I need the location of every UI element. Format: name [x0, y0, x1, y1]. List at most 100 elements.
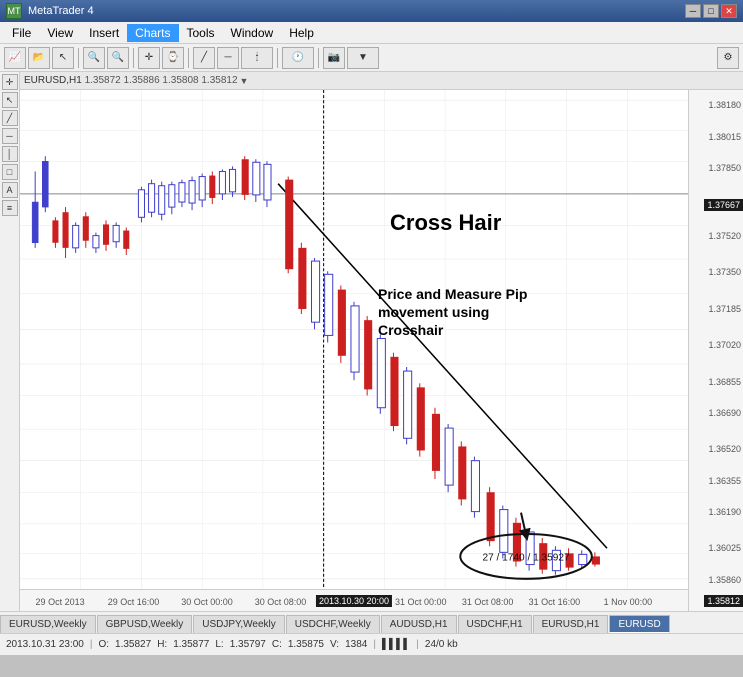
status-datetime: 2013.10.31 23:00	[6, 639, 84, 650]
status-vol-val: 1384	[345, 639, 367, 650]
tb-sep-1	[78, 48, 79, 68]
menu-tools[interactable]: Tools	[179, 24, 223, 42]
chart-svg: 27 / 1740 / 1.35927	[20, 90, 688, 589]
price-1.37520: 1.37520	[708, 231, 741, 241]
tb-template[interactable]: ▼	[347, 47, 379, 69]
time-1nov00: 1 Nov 00:00	[604, 597, 653, 607]
tb-sep-5	[318, 48, 319, 68]
toolbar: 📈 📂 ↖ 🔍 🔍 ✛ ⌚ ╱ ─ 🕯 🕐 📷 ▼ ⚙	[0, 44, 743, 72]
time-30oct08: 30 Oct 08:00	[255, 597, 307, 607]
lt-arrow[interactable]: ↖	[2, 92, 18, 108]
chart-symbol: EURUSD,H1	[24, 75, 82, 86]
tb-zoom-out[interactable]: 🔍	[107, 47, 129, 69]
minimize-button[interactable]: ─	[685, 4, 701, 18]
price-current-1.35812: 1.35812	[704, 595, 743, 607]
title-bar: MT MetaTrader 4 ─ □ ✕	[0, 0, 743, 22]
time-31oct16: 31 Oct 16:00	[529, 597, 581, 607]
tb-crosshair[interactable]: ✛	[138, 47, 160, 69]
chart-dropdown[interactable]: ▼	[240, 76, 249, 86]
tb-new-chart[interactable]: 📈	[4, 47, 26, 69]
menu-insert[interactable]: Insert	[81, 24, 127, 42]
price-1.36690: 1.36690	[708, 408, 741, 418]
tab-audusd-h1[interactable]: AUDUSD,H1	[381, 615, 457, 633]
time-30oct20-highlighted: 2013.10.30 20:00	[316, 595, 392, 607]
menu-view[interactable]: View	[39, 24, 81, 42]
tab-usdchf-h1[interactable]: USDCHF,H1	[458, 615, 532, 633]
status-open-val: 1.35827	[115, 639, 151, 650]
chart-canvas: 27 / 1740 / 1.35927 Cross Hair Price and…	[20, 90, 688, 589]
app-icon: MT	[6, 3, 22, 19]
lt-vline[interactable]: │	[2, 146, 18, 162]
tb-expert[interactable]: ⚙	[717, 47, 739, 69]
price-1.36190: 1.36190	[708, 507, 741, 517]
price-1.37020: 1.37020	[708, 340, 741, 350]
lt-rect[interactable]: □	[2, 164, 18, 180]
price-scale: 1.38180 1.38015 1.37850 1.37667 1.37520 …	[688, 90, 743, 611]
tab-gbpusd-weekly[interactable]: GBPUSD,Weekly	[97, 615, 193, 633]
price-1.35860: 1.35860	[708, 575, 741, 585]
price-1.38180: 1.38180	[708, 100, 741, 110]
chart-container: EURUSD,H1 1.35872 1.35886 1.35808 1.3581…	[20, 72, 743, 611]
tb-line[interactable]: ╱	[193, 47, 215, 69]
lt-crosshair[interactable]: ✛	[2, 74, 18, 90]
title-bar-buttons: ─ □ ✕	[685, 4, 737, 18]
tb-open[interactable]: 📂	[28, 47, 50, 69]
chart-values: 1.35872 1.35886 1.35808 1.35812	[85, 75, 238, 86]
lt-fib[interactable]: ≡	[2, 200, 18, 216]
menu-help[interactable]: Help	[281, 24, 322, 42]
status-low-val: 1.35797	[230, 639, 266, 650]
tb-hline[interactable]: ─	[217, 47, 239, 69]
lt-hline[interactable]: ─	[2, 128, 18, 144]
price-1.37350: 1.37350	[708, 267, 741, 277]
main-area: ✛ ↖ ╱ ─ │ □ A ≡ EURUSD,H1 1.35872 1.3588…	[0, 72, 743, 611]
time-axis: 29 Oct 2013 29 Oct 16:00 30 Oct 00:00 30…	[20, 589, 688, 611]
tab-eurusd-h1[interactable]: EURUSD,H1	[533, 615, 609, 633]
title-text: MetaTrader 4	[28, 5, 94, 17]
tb-cursor[interactable]: ↖	[52, 47, 74, 69]
status-kb: 24/0 kb	[425, 639, 458, 650]
tb-zoom-in[interactable]: 🔍	[83, 47, 105, 69]
chart-tabs: EURUSD,Weekly GBPUSD,Weekly USDJPY,Weekl…	[0, 611, 743, 633]
price-1.37185: 1.37185	[708, 304, 741, 314]
status-low-label: L:	[215, 639, 223, 650]
status-high-val: 1.35877	[173, 639, 209, 650]
tb-sep-3	[188, 48, 189, 68]
left-toolbar: ✛ ↖ ╱ ─ │ □ A ≡	[0, 72, 20, 611]
chart-header: EURUSD,H1 1.35872 1.35886 1.35808 1.3581…	[20, 72, 743, 90]
time-29oct16: 29 Oct 16:00	[108, 597, 160, 607]
time-29oct2013: 29 Oct 2013	[36, 597, 85, 607]
lt-text[interactable]: A	[2, 182, 18, 198]
status-close-label: C:	[272, 639, 282, 650]
tb-sep-2	[133, 48, 134, 68]
status-bar: 2013.10.31 23:00 | O: 1.35827 H: 1.35877…	[0, 633, 743, 655]
menu-charts[interactable]: Charts	[127, 24, 178, 42]
close-button[interactable]: ✕	[721, 4, 737, 18]
lt-line[interactable]: ╱	[2, 110, 18, 126]
time-30oct00: 30 Oct 00:00	[181, 597, 233, 607]
price-current-1.37667: 1.37667	[704, 199, 743, 211]
time-31oct08: 31 Oct 08:00	[462, 597, 514, 607]
status-high-label: H:	[157, 639, 167, 650]
tb-clock[interactable]: 🕐	[282, 47, 314, 69]
price-1.36520: 1.36520	[708, 444, 741, 454]
time-31oct00: 31 Oct 00:00	[395, 597, 447, 607]
price-1.38015: 1.38015	[708, 132, 741, 142]
tb-screenshot[interactable]: 📷	[323, 47, 345, 69]
menu-file[interactable]: File	[4, 24, 39, 42]
price-1.36355: 1.36355	[708, 476, 741, 486]
tab-usdchf-weekly[interactable]: USDCHF,Weekly	[286, 615, 380, 633]
maximize-button[interactable]: □	[703, 4, 719, 18]
tb-sep-4	[277, 48, 278, 68]
tab-eurusd-active[interactable]: EURUSD	[609, 615, 669, 633]
tb-period[interactable]: ⌚	[162, 47, 184, 69]
status-open-label: O:	[98, 639, 109, 650]
price-1.36025: 1.36025	[708, 543, 741, 553]
tab-eurusd-weekly[interactable]: EURUSD,Weekly	[0, 615, 96, 633]
status-bars-icon: ▌▌▌▌	[382, 639, 410, 650]
menu-bar: File View Insert Charts Tools Window Hel…	[0, 22, 743, 44]
tb-candlestick[interactable]: 🕯	[241, 47, 273, 69]
menu-window[interactable]: Window	[223, 24, 282, 42]
tab-usdjpy-weekly[interactable]: USDJPY,Weekly	[193, 615, 285, 633]
status-close-val: 1.35875	[288, 639, 324, 650]
price-1.36855: 1.36855	[708, 377, 741, 387]
